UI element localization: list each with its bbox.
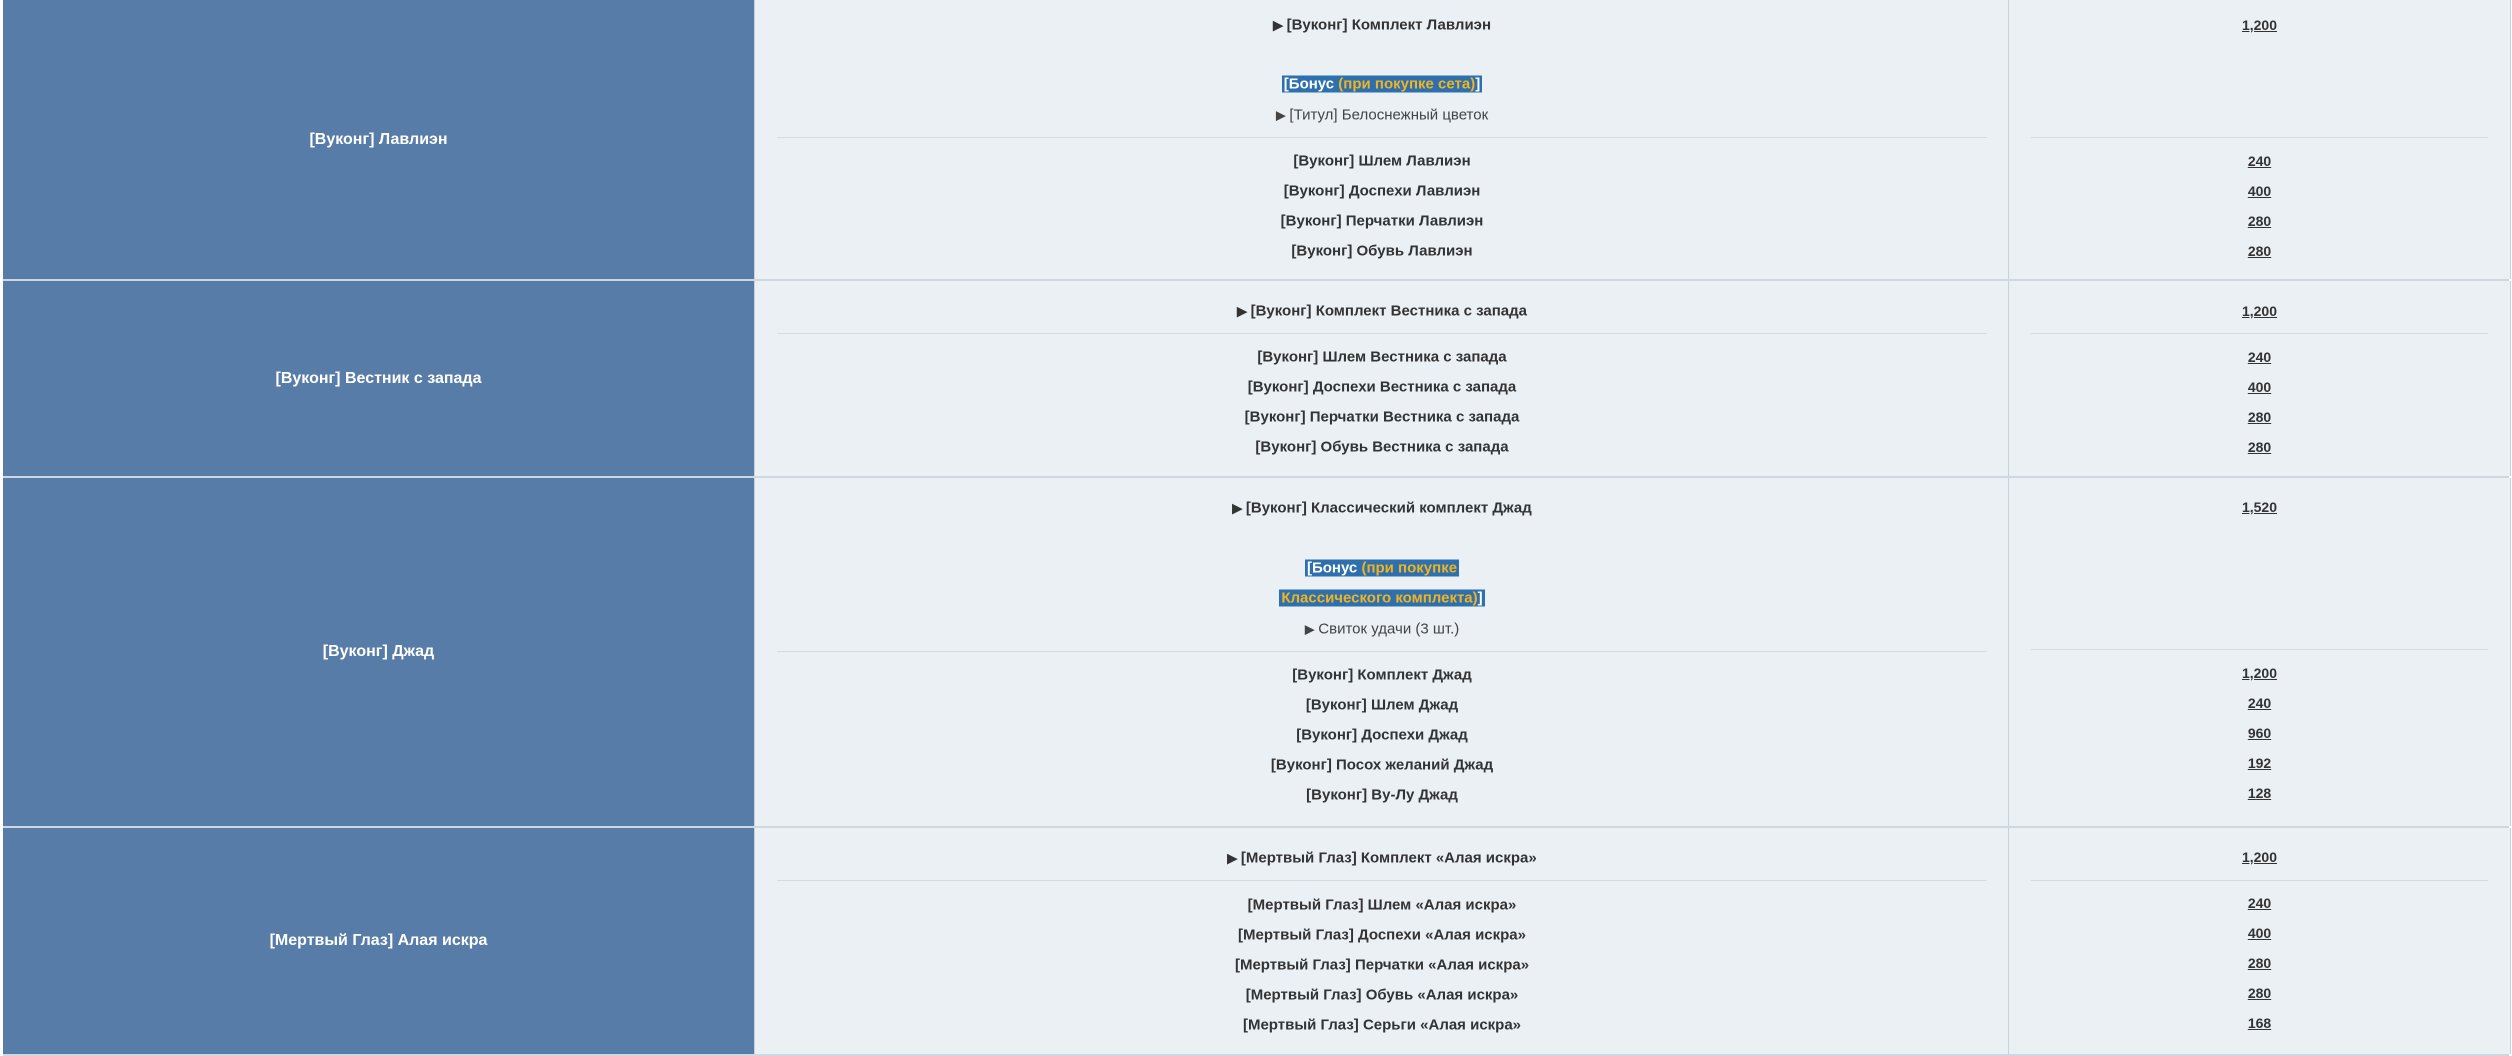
divider (2031, 333, 2488, 334)
costume-name: [Вуконг] Джад (322, 643, 435, 660)
item-label: [Вуконг] Посох желаний Джад (1270, 756, 1494, 774)
costume-price-table: [Вуконг] Лавлиэн [Вуконг] Комплект Лавли… (3, 0, 2511, 1056)
items-cell: [Вуконг] Комплект Лавлиэн [Бонус (при по… (754, 0, 2009, 279)
item-price-link[interactable]: 400 (2009, 379, 2510, 395)
items-cell: [Вуконг] Комплект Вестника с запада [Вук… (754, 281, 2009, 476)
costume-name: [Вуконг] Вестник с запада (275, 369, 482, 387)
prices-cell: 1,200 240 400 280 280 (2008, 281, 2511, 476)
item-label: [Вуконг] Перчатки Лавлиэн (1280, 212, 1484, 230)
item-label: [Мертвый Глаз] Серьги «Алая искра» (1242, 1016, 1522, 1034)
costume-name: [Вуконг] Лавлиэн (309, 130, 448, 148)
item-price-link[interactable]: 128 (2009, 785, 2510, 801)
set-price-link[interactable]: 1,200 (2009, 849, 2510, 865)
costume-row: [Вуконг] Вестник с запада [Вуконг] Компл… (3, 281, 2511, 478)
divider (777, 137, 1987, 138)
item-label: [Вуконг] Доспехи Лавлиэн (1283, 182, 1481, 200)
items-cell: [Мертвый Глаз] Комплект «Алая искра» [Ме… (754, 828, 2009, 1054)
bonus-header: [Бонус (при покупке сета)] (755, 75, 2009, 93)
divider (777, 333, 1987, 334)
set-toggle[interactable]: [Вуконг] Комплект Лавлиэн (755, 17, 2009, 34)
item-label: [Вуконг] Перчатки Вестника с запада (1244, 408, 1520, 426)
prices-cell: 1,520 1,200 240 960 192 128 (2008, 478, 2511, 826)
item-price-link[interactable]: 240 (2009, 695, 2510, 711)
bonus-condition: (при покупке сета) (1338, 75, 1476, 93)
item-price-link[interactable]: 240 (2009, 349, 2510, 365)
prices-cell: 1,200 240 400 280 280 (2008, 0, 2511, 279)
set-toggle[interactable]: [Мертвый Глаз] Комплект «Алая искра» (755, 850, 2009, 867)
bonus-condition: Классического комплекта) (1281, 589, 1478, 607)
set-toggle[interactable]: [Вуконг] Комплект Вестника с запада (755, 303, 2009, 320)
bonus-label: Бонус (1311, 559, 1358, 577)
set-price-link[interactable]: 1,200 (2009, 303, 2510, 319)
item-label: [Вуконг] Доспехи Вестника с запада (1247, 378, 1517, 396)
divider (777, 880, 1987, 881)
costume-row: [Вуконг] Джад [Вуконг] Классический комп… (3, 478, 2511, 828)
costume-name-cell: [Мертвый Глаз] Алая искра (3, 828, 754, 1054)
costume-name-cell: [Вуконг] Вестник с запада (3, 281, 754, 476)
item-price-link[interactable]: 400 (2009, 925, 2510, 941)
item-price-link[interactable]: 168 (2009, 1015, 2510, 1031)
costume-name: [Мертвый Глаз] Алая искра (269, 932, 488, 949)
item-price-link[interactable]: 280 (2009, 439, 2510, 455)
item-price-link[interactable]: 240 (2009, 153, 2510, 169)
bonus-condition: (при покупке (1361, 559, 1458, 577)
item-price-link[interactable]: 280 (2009, 243, 2510, 259)
set-price-link[interactable]: 1,520 (2009, 499, 2510, 515)
prices-cell: 1,200 240 400 280 280 168 (2008, 828, 2511, 1054)
bonus-highlight: Классического комплекта)] (1279, 589, 1485, 607)
item-label: [Вуконг] Шлем Вестника с запада (1257, 348, 1507, 366)
item-label: [Вуконг] Комплект Джад (1292, 666, 1472, 684)
item-label: [Мертвый Глаз] Перчатки «Алая искра» (1234, 956, 1530, 974)
item-label: [Мертвый Глаз] Обувь «Алая искра» (1245, 986, 1519, 1004)
item-price-link[interactable]: 1,200 (2009, 665, 2510, 681)
bonus-item-toggle[interactable]: [Титул] Белоснежный цветок (755, 107, 2009, 124)
costume-name-cell: [Вуконг] Лавлиэн (3, 0, 754, 279)
bonus-header: [Бонус (при покупке (755, 559, 2009, 577)
divider (2031, 649, 2488, 650)
item-price-link[interactable]: 280 (2009, 955, 2510, 971)
set-price-link[interactable]: 1,200 (2009, 17, 2510, 33)
items-cell: [Вуконг] Классический комплект Джад [Бон… (754, 478, 2009, 826)
bonus-header-line2: Классического комплекта)] (755, 589, 2009, 607)
item-price-link[interactable]: 280 (2009, 409, 2510, 425)
item-label: [Мертвый Глаз] Доспехи «Алая искра» (1238, 926, 1526, 944)
item-label: [Вуконг] Обувь Лавлиэн (1291, 242, 1473, 260)
item-price-link[interactable]: 280 (2009, 985, 2510, 1001)
set-toggle[interactable]: [Вуконг] Классический комплект Джад (755, 500, 2009, 517)
divider (777, 651, 1987, 652)
item-price-link[interactable]: 280 (2009, 213, 2510, 229)
divider (2031, 137, 2488, 138)
costume-name-cell: [Вуконг] Джад (3, 478, 754, 826)
item-price-link[interactable]: 240 (2009, 895, 2510, 911)
costume-row: [Мертвый Глаз] Алая искра [Мертвый Глаз]… (3, 828, 2511, 1056)
bonus-item-toggle[interactable]: Свиток удачи (3 шт.) (755, 621, 2009, 638)
item-label: [Вуконг] Шлем Джад (1305, 696, 1459, 714)
costume-row: [Вуконг] Лавлиэн [Вуконг] Комплект Лавли… (3, 0, 2511, 281)
item-label: [Вуконг] Шлем Лавлиэн (1293, 152, 1471, 170)
item-price-link[interactable]: 192 (2009, 755, 2510, 771)
divider (2031, 880, 2488, 881)
bonus-highlight: [Бонус (при покупке сета)] (1281, 75, 1483, 93)
item-label: [Вуконг] Обувь Вестника с запада (1255, 438, 1509, 456)
item-label: [Вуконг] Доспехи Джад (1296, 726, 1468, 744)
item-price-link[interactable]: 960 (2009, 725, 2510, 741)
bonus-highlight: [Бонус (при покупке (1304, 559, 1460, 577)
item-price-link[interactable]: 400 (2009, 183, 2510, 199)
bonus-label: Бонус (1288, 75, 1335, 93)
item-label: [Вуконг] Ву-Лу Джад (1306, 786, 1458, 804)
item-label: [Мертвый Глаз] Шлем «Алая искра» (1247, 896, 1517, 914)
